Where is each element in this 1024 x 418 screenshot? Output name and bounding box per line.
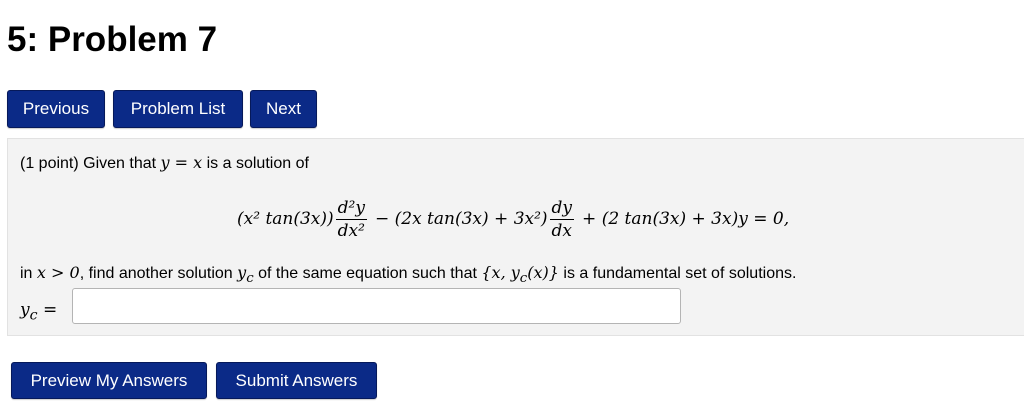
next-button[interactable]: Next <box>250 90 317 128</box>
page-title: 5: Problem 7 <box>7 20 218 59</box>
problem-panel: (1 point) Given that y = x is a solution… <box>7 138 1024 336</box>
answer-label: yc = <box>20 300 57 323</box>
first-derivative-fraction: dy dx <box>549 197 575 242</box>
fraction-numerator: dy <box>549 197 575 220</box>
answer-variable: y <box>20 300 30 320</box>
problem-page: 5: Problem 7 Previous Problem List Next … <box>0 0 1024 418</box>
second-derivative-fraction: d²y dx² <box>335 197 367 242</box>
statement-variable-subscript: c <box>246 271 254 287</box>
intro-math: y = x <box>160 153 203 172</box>
answer-variable-subscript: c <box>29 307 38 324</box>
equation-term3: + (2 tan(3x) + 3x)y = 0, <box>582 209 790 229</box>
fraction-denominator: dx² <box>337 220 365 241</box>
answer-equals: = <box>42 300 58 320</box>
statement-mid: , find another solution <box>79 265 233 282</box>
submit-answers-button[interactable]: Submit Answers <box>216 362 377 399</box>
statement-condition: x > 0 <box>36 263 80 282</box>
previous-button[interactable]: Previous <box>7 90 105 128</box>
intro-prefix: (1 point) Given that <box>20 155 157 172</box>
statement-end: is a fundamental set of solutions. <box>563 265 797 282</box>
problem-list-button[interactable]: Problem List <box>113 90 243 128</box>
intro-suffix: is a solution of <box>206 155 309 172</box>
differential-equation: (x² tan(3x)) d²y dx² − (2x tan(3x) + 3x²… <box>237 191 789 247</box>
statement-set: {x, y <box>481 263 520 282</box>
statement-mid2: of the same equation such that <box>258 265 477 282</box>
answer-input[interactable] <box>72 288 681 324</box>
equation-term1: (x² tan(3x)) <box>237 209 334 229</box>
fraction-numerator: d²y <box>335 197 367 220</box>
equation-term2: − (2x tan(3x) + 3x²) <box>374 209 548 229</box>
statement-in: in <box>20 265 33 282</box>
preview-answers-button[interactable]: Preview My Answers <box>11 362 207 399</box>
statement-set-end: (x)} <box>527 263 559 282</box>
problem-statement: in x > 0, find another solution yc of th… <box>20 263 796 286</box>
problem-intro: (1 point) Given that y = x is a solution… <box>20 153 309 173</box>
statement-variable: y <box>237 263 247 282</box>
fraction-denominator: dx <box>551 220 573 241</box>
